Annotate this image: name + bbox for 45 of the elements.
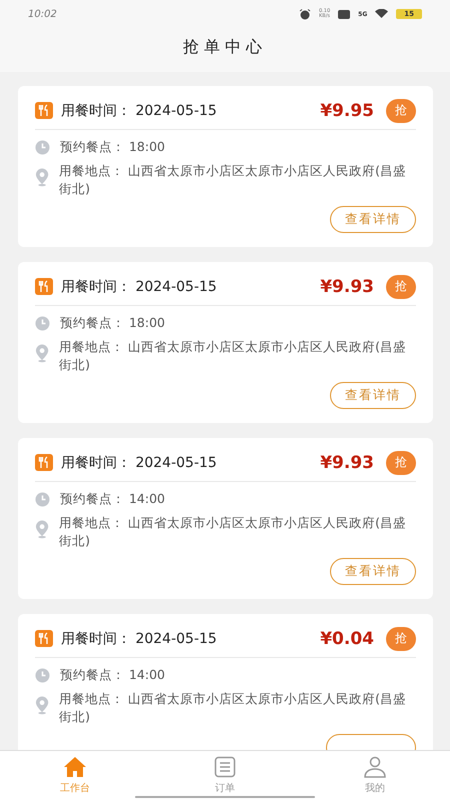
list-icon: [214, 756, 236, 778]
location-pin-icon: [35, 344, 50, 363]
meal-address: 用餐地点： 山西省太原市小店区太原市小店区人民政府(昌盛街北): [59, 162, 408, 198]
clock-icon: [35, 140, 50, 155]
home-icon: [63, 756, 87, 778]
cutlery-icon: [35, 278, 53, 295]
location-pin-icon: [35, 520, 50, 539]
details-button[interactable]: 查看详情: [330, 382, 416, 409]
cutlery-icon: [35, 102, 53, 119]
clock-icon: [35, 492, 50, 507]
grab-button[interactable]: 抢: [386, 626, 416, 650]
details-button[interactable]: 查看详情: [330, 558, 416, 585]
meal-slot: 预约餐点： 18:00: [60, 138, 166, 156]
grab-button[interactable]: 抢: [386, 450, 416, 474]
status-time: 10:02: [28, 8, 58, 20]
meal-time: 用餐时间： 2024-05-15: [61, 102, 218, 120]
clock-icon: [35, 668, 50, 683]
cutlery-icon: [35, 630, 53, 647]
location-pin-icon: [35, 696, 50, 715]
meal-time: 用餐时间： 2024-05-15: [61, 278, 218, 296]
price: ¥0.04: [320, 628, 374, 648]
alarm-icon: [299, 8, 311, 20]
meal-slot: 预约餐点： 14:00: [60, 666, 166, 684]
cutlery-icon: [35, 454, 53, 471]
tab-item[interactable]: 我的: [300, 751, 450, 800]
grab-button[interactable]: 抢: [386, 274, 416, 298]
tab-item[interactable]: 订单: [150, 751, 300, 800]
tab-item[interactable]: 工作台: [0, 751, 150, 800]
details-button[interactable]: 查看详情: [330, 206, 416, 233]
meal-time: 用餐时间： 2024-05-15: [61, 630, 218, 648]
price: ¥9.93: [320, 452, 374, 472]
meal-address: 用餐地点： 山西省太原市小店区太原市小店区人民政府(昌盛街北): [59, 514, 408, 550]
meal-slot: 预约餐点： 14:00: [60, 490, 166, 508]
user-icon: [363, 756, 387, 778]
price: ¥9.95: [320, 100, 374, 120]
meal-slot: 预约餐点： 18:00: [60, 314, 166, 332]
wifi-icon: [375, 9, 388, 19]
page-title: 抢单中心: [182, 36, 268, 58]
meal-address: 用餐地点： 山西省太原市小店区太原市小店区人民政府(昌盛街北): [59, 338, 408, 374]
clock-icon: [35, 316, 50, 331]
location-pin-icon: [35, 168, 50, 187]
grab-button[interactable]: 抢: [386, 98, 416, 122]
price: ¥9.93: [320, 276, 374, 296]
meal-address: 用餐地点： 山西省太原市小店区太原市小店区人民政府(昌盛街北): [59, 690, 408, 726]
meal-time: 用餐时间： 2024-05-15: [61, 454, 218, 472]
